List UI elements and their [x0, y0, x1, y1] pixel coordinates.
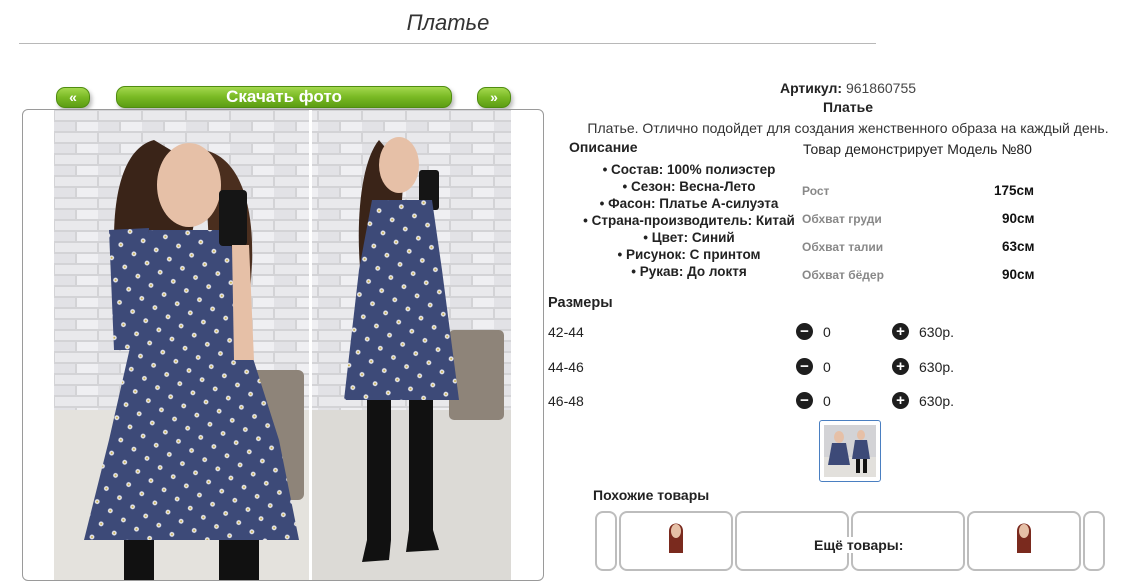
feature-item: • Сезон: Весна-Лето [622, 179, 756, 194]
main-product-photo[interactable] [54, 110, 511, 580]
feature-item: • Цвет: Синий [643, 230, 735, 245]
feature-item: • Фасон: Платье А-силуэта [599, 196, 779, 211]
size-label: 42-44 [548, 324, 584, 340]
measurement-label: Обхват талии [802, 240, 884, 254]
similar-product-card[interactable] [967, 511, 1081, 571]
size-label: 46-48 [548, 393, 584, 409]
size-price: 630р. [919, 324, 955, 340]
measurement-label: Обхват груди [802, 212, 882, 226]
similar-scroll-left[interactable] [595, 511, 617, 571]
plus-quantity-button[interactable]: + [892, 323, 909, 340]
quantity-value: 0 [823, 393, 831, 409]
measurement-value: 90см [1002, 211, 1035, 226]
features-list: • Состав: 100% полиэстер • Сезон: Весна-… [560, 161, 818, 280]
similar-scroll-right[interactable] [1083, 511, 1105, 571]
plus-quantity-button[interactable]: + [892, 392, 909, 409]
similar-product-card[interactable] [619, 511, 733, 571]
download-photo-button[interactable]: Скачать фото [116, 86, 452, 108]
photo-thumbnail[interactable] [819, 420, 881, 482]
minus-quantity-button[interactable]: − [796, 392, 813, 409]
measurement-value: 90см [1002, 267, 1035, 282]
features-heading: Описание [569, 139, 638, 155]
measurement-value: 63см [1002, 239, 1035, 254]
similar-products-heading: Похожие товары [593, 487, 710, 503]
prev-photo-button[interactable]: « [56, 87, 90, 108]
model-heading: Товар демонстрирует Модель №80 [803, 141, 1032, 157]
measurement-label: Обхват бёдер [802, 268, 884, 282]
artikul-label: Артикул: [779, 80, 843, 96]
measurement-value: 175см [994, 183, 1035, 198]
size-price: 630р. [919, 359, 955, 375]
product-description: Платье. Отлично подойдет для создания же… [587, 120, 1109, 136]
more-products-heading: Ещё товары: [812, 537, 906, 553]
product-artikul: Артикул: 961860755 [548, 80, 1135, 96]
size-label: 44-46 [548, 359, 584, 375]
plus-quantity-button[interactable]: + [892, 358, 909, 375]
product-name: Платье [823, 99, 873, 115]
minus-quantity-button[interactable]: − [796, 358, 813, 375]
size-price: 630р. [919, 393, 955, 409]
main-photo-frame [22, 109, 544, 581]
feature-item: • Рукав: До локтя [631, 264, 747, 279]
photo-right [311, 110, 511, 580]
artikul-value: 961860755 [845, 80, 917, 96]
title-divider [19, 43, 876, 44]
measurement-label: Рост [802, 184, 830, 198]
page-title: Платье [406, 10, 490, 35]
sizes-heading: Размеры [548, 295, 613, 311]
minus-quantity-button[interactable]: − [796, 323, 813, 340]
feature-item: • Страна-производитель: Китай [583, 213, 795, 228]
quantity-value: 0 [823, 324, 831, 340]
quantity-value: 0 [823, 359, 831, 375]
next-photo-button[interactable]: » [477, 87, 511, 108]
feature-item: • Рисунок: С принтом [617, 247, 761, 262]
feature-item: • Состав: 100% полиэстер [602, 162, 776, 177]
photo-left [54, 110, 310, 580]
